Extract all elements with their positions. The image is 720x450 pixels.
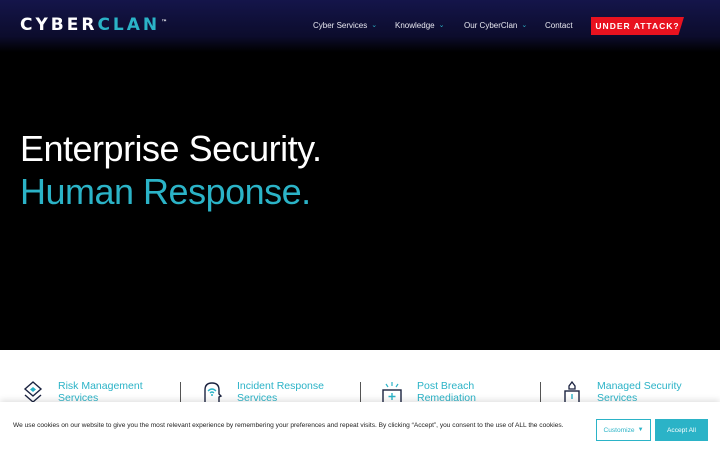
cookie-consent-text: We use cookies on our website to give yo… <box>13 422 564 429</box>
nav-item-contact[interactable]: Contact <box>545 19 573 33</box>
chevron-down-icon: ⌄ <box>521 22 528 29</box>
nav-item-cyber-services[interactable]: Cyber Services ⌄ <box>313 19 377 33</box>
customize-button[interactable]: Customize ▼ <box>596 419 651 441</box>
nav-item-knowledge[interactable]: Knowledge ⌄ <box>395 19 444 33</box>
customize-label: Customize <box>603 426 635 434</box>
caret-down-icon: ▼ <box>637 427 644 433</box>
hero-subheadline: Human Response. <box>20 171 311 212</box>
nav-label: Contact <box>545 21 573 30</box>
nav-item-our-cyberclan[interactable]: Our CyberClan ⌄ <box>464 19 527 33</box>
chevron-down-icon: ⌄ <box>371 22 378 29</box>
nav-label: Cyber Services <box>313 21 368 30</box>
under-attack-button[interactable]: UNDER ATTACK? <box>591 17 684 35</box>
cookie-banner: We use cookies on our website to give yo… <box>0 402 720 450</box>
hero-headline: Enterprise Security. <box>20 128 322 169</box>
hero-section: Enterprise Security. Human Response. <box>0 52 720 350</box>
site-header: CYBERCLAN™ Cyber Services ⌄ Knowledge ⌄ … <box>0 0 720 52</box>
chevron-down-icon: ⌄ <box>438 22 445 29</box>
nav-label: Knowledge <box>395 21 435 30</box>
nav-label: Our CyberClan <box>464 21 518 30</box>
accept-all-button[interactable]: Accept All <box>655 419 708 441</box>
